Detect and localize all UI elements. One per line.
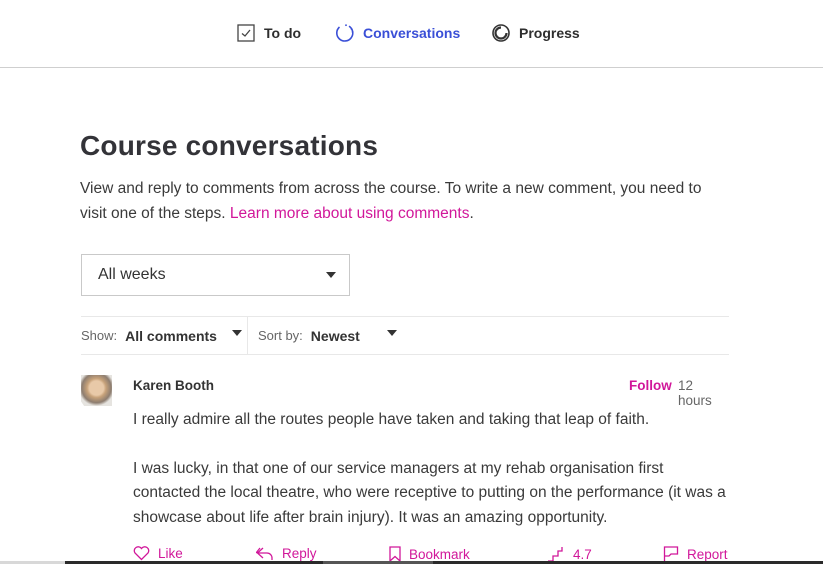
spinner-circle-icon [335, 23, 355, 43]
nav-tab-label: Progress [519, 25, 580, 41]
show-label: Show: [81, 328, 118, 343]
page-intro: View and reply to comments from across t… [80, 176, 730, 226]
sort-filter-dropdown[interactable]: Sort by: Newest [258, 317, 408, 354]
show-filter-dropdown[interactable]: Show: All comments [81, 317, 248, 354]
comment-paragraph: I really admire all the routes people ha… [133, 411, 650, 428]
flag-icon [663, 546, 679, 562]
filter-bar: Show: All comments Sort by: Newest [81, 316, 729, 355]
bookmark-button[interactable]: Bookmark [389, 546, 470, 562]
heart-icon [133, 546, 150, 561]
nav-tab-progress[interactable]: Progress [491, 22, 580, 44]
chevron-down-icon [326, 272, 336, 278]
nav-tab-to-do[interactable]: To do [236, 22, 301, 44]
reply-icon [256, 547, 273, 560]
rating-value: 4.7 [573, 546, 592, 562]
show-value: All comments [125, 327, 217, 344]
bookmark-label: Bookmark [409, 546, 470, 562]
checkbox-icon [236, 23, 256, 43]
nav-tab-conversations[interactable]: Conversations [335, 22, 460, 44]
progress-circle-icon [491, 23, 511, 43]
like-label: Like [158, 546, 183, 561]
intro-suffix: . [469, 205, 474, 222]
avatar[interactable] [81, 375, 112, 406]
reply-button[interactable]: Reply [256, 546, 317, 561]
follow-button[interactable]: Follow [629, 378, 672, 393]
nav-tab-label: Conversations [363, 25, 461, 41]
week-select[interactable]: All weeks [81, 254, 350, 296]
sort-value: Newest [310, 327, 360, 344]
report-label: Report [687, 546, 728, 562]
sort-label: Sort by: [258, 328, 303, 343]
rating-indicator: 4.7 [547, 546, 592, 562]
comment-paragraph: I was lucky, in that one of our service … [133, 459, 726, 526]
top-navigation: To do Conversations Progress [0, 0, 823, 68]
comment-body: I really admire all the routes people ha… [133, 408, 729, 530]
chevron-down-icon [387, 330, 397, 336]
comment-author[interactable]: Karen Booth [133, 378, 214, 393]
chevron-down-icon [232, 330, 242, 336]
stairs-icon [548, 547, 563, 562]
comment-timestamp: 12 hours [678, 378, 712, 408]
learn-more-link[interactable]: Learn more about using comments [230, 205, 470, 222]
like-button[interactable]: Like [133, 546, 183, 561]
report-button[interactable]: Report [663, 546, 728, 562]
page-title: Course conversations [80, 130, 379, 161]
reply-label: Reply [282, 546, 317, 561]
bookmark-icon [389, 546, 401, 562]
nav-tab-label: To do [264, 25, 302, 41]
week-select-value: All weeks [98, 266, 166, 283]
